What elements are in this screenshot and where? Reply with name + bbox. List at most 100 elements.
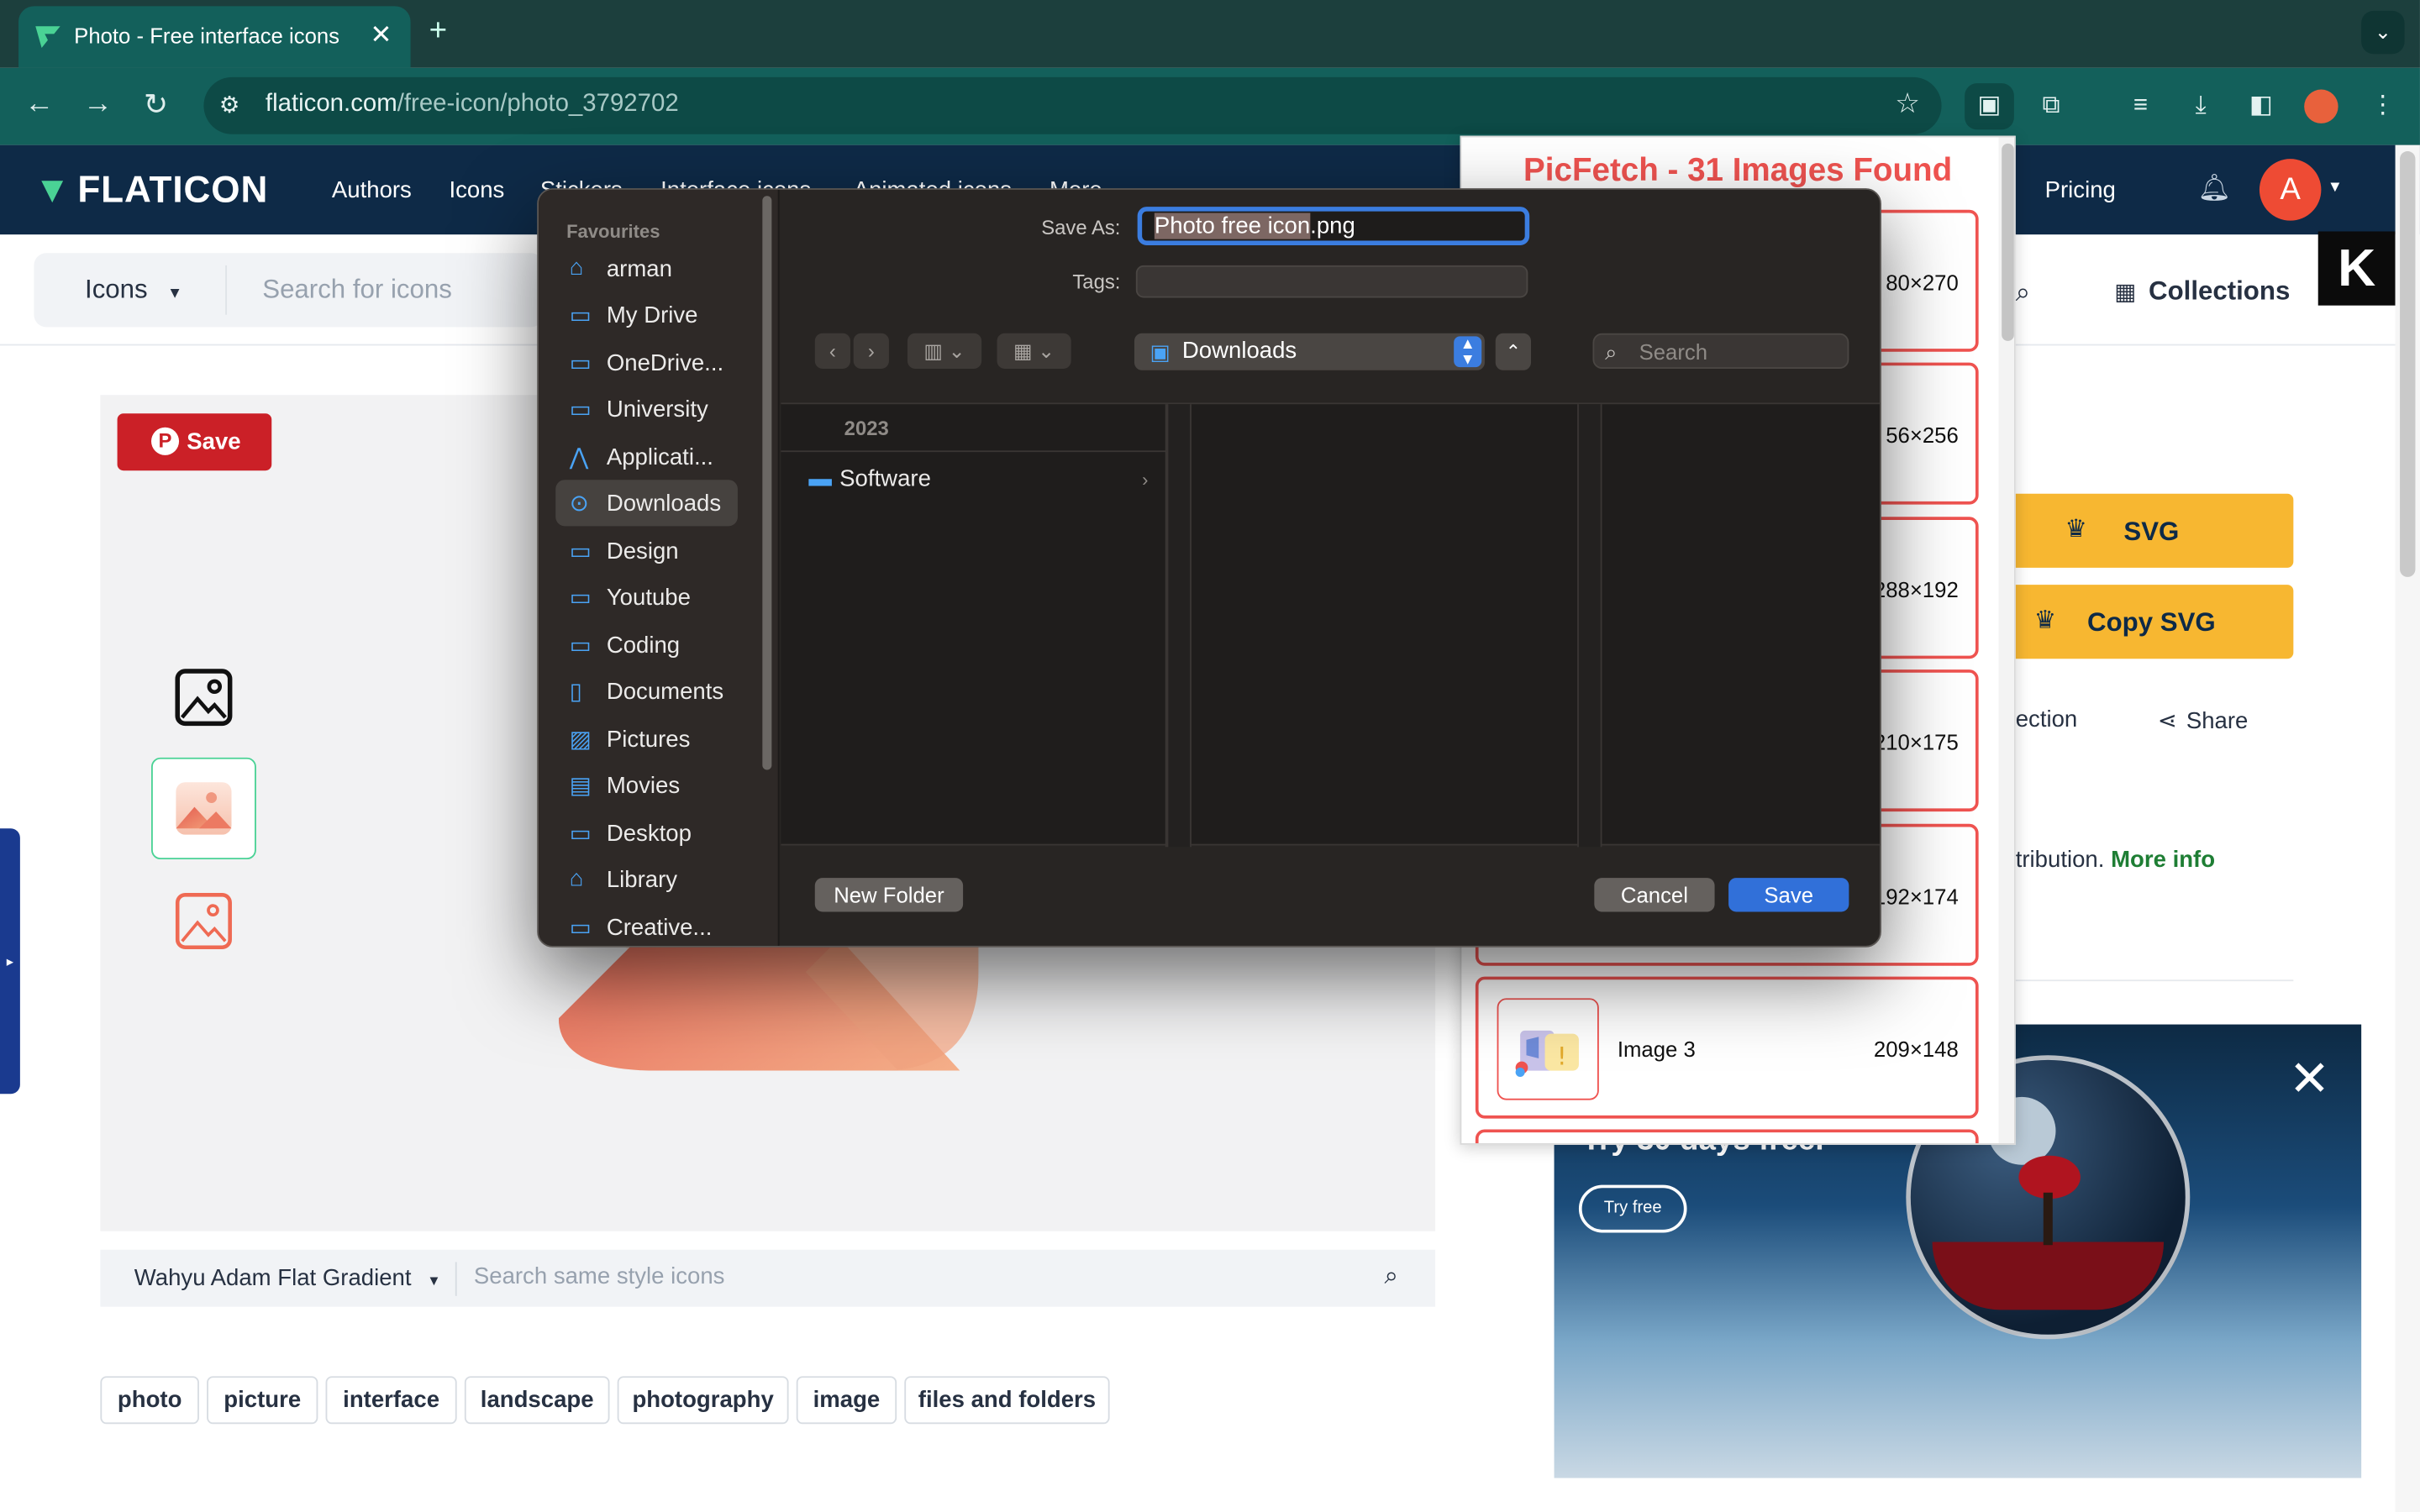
sidebar-scrollbar[interactable]	[762, 196, 772, 770]
tag-image[interactable]: image	[796, 1376, 897, 1425]
sidebar-item-creative[interactable]: ▭ Creative...	[555, 904, 738, 946]
browser-tab[interactable]: Photo - Free interface icons ✕	[18, 6, 411, 68]
bookmark-star-icon[interactable]: ☆	[1895, 88, 1920, 121]
tag-photography[interactable]: photography	[617, 1376, 789, 1425]
page-scrollbar-thumb[interactable]	[2400, 150, 2416, 577]
sidebar-item-documents[interactable]: ▯ Documents	[555, 668, 738, 714]
tab-search-icon[interactable]: ⌄	[2361, 10, 2405, 55]
cancel-button[interactable]: Cancel	[1594, 878, 1715, 912]
style-search-input[interactable]: Search same style icons	[474, 1263, 725, 1289]
flaticon-logo[interactable]: ▼ FLATICON	[34, 170, 268, 213]
site-info-icon[interactable]: ⚙	[219, 91, 240, 118]
dialog-search-field[interactable]: ⌕ Search	[1592, 333, 1849, 369]
side-panel-toggle[interactable]: ▸	[0, 828, 20, 1095]
downloads-icon[interactable]: ⤓	[2176, 83, 2226, 129]
folder-icon: ▬	[808, 465, 832, 492]
page-scrollbar[interactable]	[2395, 144, 2420, 1512]
sidebar-item-label: University	[606, 396, 708, 423]
search-scope-select[interactable]: Icons ▼	[85, 275, 182, 306]
grid-icon: ▦	[2114, 279, 2137, 306]
chevron-down-icon: ▼	[427, 1273, 441, 1289]
attribution-label: tribution.	[2015, 847, 2105, 874]
back-icon[interactable]: ←	[24, 88, 54, 122]
picfetch-title: PicFetch - 31 Images Found	[1523, 152, 1953, 189]
user-avatar[interactable]: A	[2259, 159, 2322, 221]
download-svg-button[interactable]: ♛ SVG	[2009, 493, 2294, 568]
icon-variant-gradient[interactable]	[150, 757, 256, 860]
search-icon[interactable]: ⌕	[1385, 1263, 1398, 1291]
sidebar-item-applications[interactable]: ⋀ Applicati...	[555, 433, 738, 480]
location-select[interactable]: ▣ Downloads ▲ ▼	[1134, 333, 1485, 370]
collections-button[interactable]: ▦ Collections	[2114, 276, 2290, 307]
browser-menu-icon[interactable]: ⋮	[2358, 83, 2407, 129]
sidebar-item-onedrive[interactable]: ▭ OneDrive...	[555, 339, 738, 386]
icon-variant-line[interactable]	[151, 648, 256, 749]
tag-interface[interactable]: interface	[325, 1376, 457, 1425]
sidebar-item-movies[interactable]: ▤ Movies	[555, 762, 738, 808]
add-to-collection-link[interactable]: ection	[2016, 706, 2078, 732]
url-text: flaticon.com/free-icon/photo_3792702	[266, 91, 679, 118]
avatar-caret-icon[interactable]: ▼	[2328, 179, 2343, 196]
tab-title: Photo - Free interface icons	[74, 23, 340, 48]
image-card[interactable]: ! Image 3 209×148	[1475, 976, 1979, 1119]
picfetch-scrollbar[interactable]	[1998, 137, 2014, 1143]
media-controls-icon[interactable]: ≡	[2116, 83, 2165, 129]
save-button[interactable]: Save	[1728, 878, 1849, 912]
icon-variant-lineal-color[interactable]	[151, 870, 256, 972]
copy-svg-button[interactable]: ♛ Copy SVG	[2009, 585, 2294, 659]
extensions-puzzle-icon[interactable]: ⧉	[2027, 83, 2076, 129]
sidebar-item-university[interactable]: ▭ University	[555, 386, 738, 432]
sidebar-item-my-drive[interactable]: ▭ My Drive	[555, 291, 738, 338]
search-input[interactable]: Search for icons	[262, 275, 452, 306]
tag-files-and-folders[interactable]: files and folders	[904, 1376, 1110, 1425]
share-button[interactable]: ⋖ Share	[2158, 706, 2249, 734]
column-resize-handle[interactable]	[1166, 404, 1192, 848]
picfetch-extension-icon[interactable]: ▣	[1965, 83, 2014, 130]
style-select[interactable]: Wahyu Adam Flat Gradient ▼	[134, 1265, 441, 1291]
image-dimensions: 192×174	[1873, 884, 1959, 909]
folder-row-software[interactable]: ▬ Software ›	[808, 466, 1154, 500]
nav-icons[interactable]: Icons	[449, 177, 504, 203]
more-info-link[interactable]: More info	[2111, 847, 2215, 873]
sidebar-item-pictures[interactable]: ▨ Pictures	[555, 716, 738, 762]
tag-picture[interactable]: picture	[207, 1376, 318, 1425]
filename-input[interactable]: Photo free icon.png	[1137, 207, 1530, 246]
tab-close-icon[interactable]: ✕	[370, 20, 392, 51]
image-card[interactable]	[1475, 1129, 1979, 1143]
forward-icon[interactable]: ›	[853, 333, 889, 369]
tags-input[interactable]	[1135, 265, 1528, 298]
tag-landscape[interactable]: landscape	[464, 1376, 610, 1425]
sidebar-item-coding[interactable]: ▭ Coding	[555, 622, 738, 668]
column-view-icon[interactable]: ▥ ⌄	[907, 333, 982, 369]
image-dimensions: 209×148	[1873, 1037, 1959, 1062]
column-resize-handle[interactable]	[1577, 404, 1602, 848]
nav-pricing[interactable]: Pricing	[2045, 177, 2116, 203]
sidebar-item-design[interactable]: ▭ Design	[555, 528, 738, 574]
sidebar-item-library[interactable]: ⌂ Library	[555, 856, 738, 902]
new-folder-button[interactable]: New Folder	[814, 878, 964, 912]
sidebar-item-desktop[interactable]: ▭ Desktop	[555, 810, 738, 856]
tag-photo[interactable]: photo	[100, 1376, 199, 1425]
image-dimensions: 288×192	[1873, 576, 1959, 602]
notifications-bell-icon[interactable]: 🔔︎	[2197, 173, 2231, 204]
profile-avatar-icon[interactable]	[2296, 83, 2346, 129]
sidebar-item-arman[interactable]: ⌂ arman	[555, 245, 738, 291]
picfetch-scrollbar-thumb[interactable]	[2002, 143, 2014, 341]
sidebar-item-label: Design	[606, 538, 679, 565]
search-icon[interactable]: ⌕	[2016, 278, 2031, 309]
back-icon[interactable]: ‹	[814, 333, 851, 369]
sidebar-item-youtube[interactable]: ▭ Youtube	[555, 574, 738, 620]
pinterest-save-button[interactable]: P Save	[117, 413, 272, 471]
sidebar-item-downloads[interactable]: ⊙ Downloads	[555, 480, 738, 527]
nav-authors[interactable]: Authors	[332, 177, 412, 203]
side-panel-icon[interactable]: ◧	[2236, 83, 2286, 129]
group-view-icon[interactable]: ▦ ⌄	[997, 333, 1071, 369]
ad-close-icon[interactable]: ✕	[2289, 1049, 2330, 1108]
k-extension-badge[interactable]: K	[2317, 231, 2396, 306]
ad-try-free-button[interactable]: Try free	[1578, 1184, 1687, 1233]
reload-icon[interactable]: ↻	[144, 88, 168, 123]
forward-icon[interactable]: →	[83, 88, 113, 122]
collapse-dialog-icon[interactable]: ⌃	[1495, 333, 1532, 370]
address-bar[interactable]: ⚙ flaticon.com/free-icon/photo_3792702 ☆	[203, 76, 1942, 134]
new-tab-icon[interactable]: +	[429, 14, 447, 50]
